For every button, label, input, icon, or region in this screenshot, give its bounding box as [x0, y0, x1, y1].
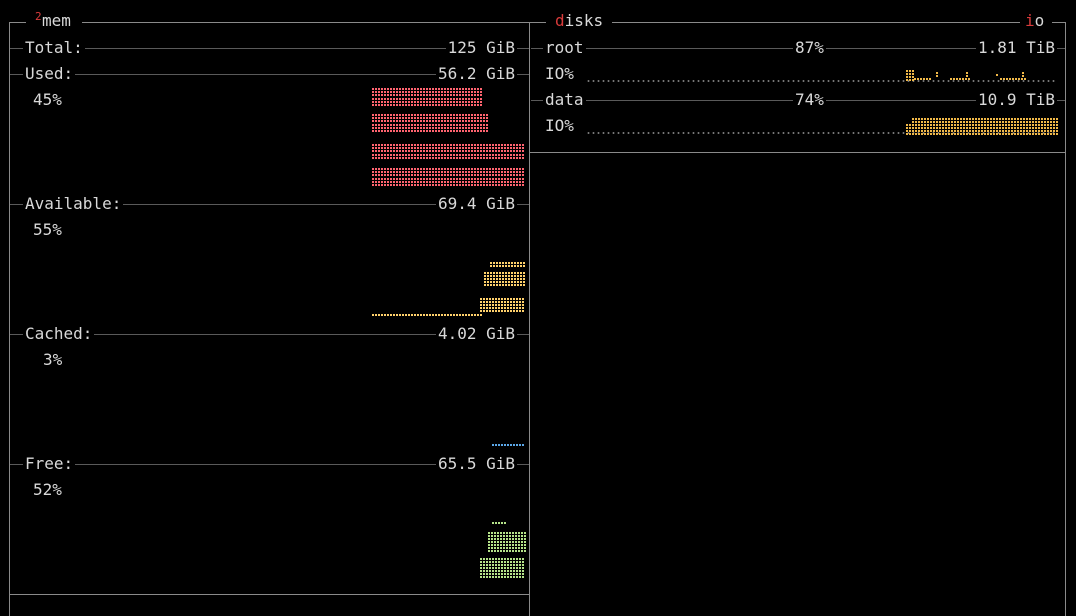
mem-used-value: 56.2 GiB: [435, 64, 517, 83]
disk-root-size: 1.81 TiB: [975, 38, 1057, 57]
disk-data-io-graph: [906, 118, 1058, 135]
disks-panel-right-border: [1065, 22, 1066, 616]
disk-root-io-graph: [906, 70, 1026, 81]
mem-used-graph: [372, 88, 524, 186]
io-title: io: [1025, 12, 1044, 30]
mem-panel-title[interactable]: 2 mem: [26, 8, 82, 34]
disk-data-io-label: IO%: [545, 116, 574, 135]
disk-data-name[interactable]: data: [543, 91, 586, 109]
disk-data-size: 10.9 TiB: [975, 90, 1057, 109]
mem-total-value: 125 GiB: [445, 38, 517, 57]
mem-box-number: 2: [35, 10, 42, 23]
disk-root-name[interactable]: root: [543, 39, 586, 57]
mem-panel-left-border: [9, 22, 10, 616]
mem-used-label: Used:: [23, 64, 76, 83]
mem-cached-graph: [492, 444, 524, 446]
mem-free-percent: 52%: [33, 480, 62, 499]
mem-free-graph: [480, 522, 526, 578]
disk-data-used-percent: 74%: [793, 90, 826, 109]
mem-free-label: Free:: [23, 454, 76, 473]
mem-cached-label: Cached:: [23, 324, 95, 343]
io-title-rest: o: [1034, 11, 1045, 30]
disk-root-io-label: IO%: [545, 64, 574, 83]
mem-available-graph: [372, 262, 525, 316]
disks-title: disks: [555, 12, 603, 30]
mem-title: mem: [42, 11, 71, 30]
mem-available-label: Available:: [23, 194, 124, 213]
mem-free-value: 65.5 GiB: [435, 454, 517, 473]
disks-panel-bottom-border: [530, 152, 1066, 153]
panel-divider: [529, 22, 530, 616]
io-toggle[interactable]: io: [1020, 8, 1052, 34]
mem-panel-top-border: [9, 22, 530, 23]
mem-available-percent: 55%: [33, 220, 62, 239]
mem-available-value: 69.4 GiB: [435, 194, 517, 213]
disks-title-rest: isks: [564, 11, 604, 30]
mem-panel-bottom-border: [9, 594, 530, 595]
mem-cached-value: 4.02 GiB: [435, 324, 517, 343]
disks-hotkey: d: [555, 11, 565, 30]
mem-total-label: Total:: [23, 38, 85, 57]
disks-panel-title[interactable]: disks: [546, 8, 612, 34]
mem-used-percent: 45%: [33, 90, 62, 109]
disk-root-used-percent: 87%: [793, 38, 826, 57]
io-hotkey: i: [1025, 11, 1035, 30]
mem-cached-percent: 3%: [43, 350, 63, 369]
